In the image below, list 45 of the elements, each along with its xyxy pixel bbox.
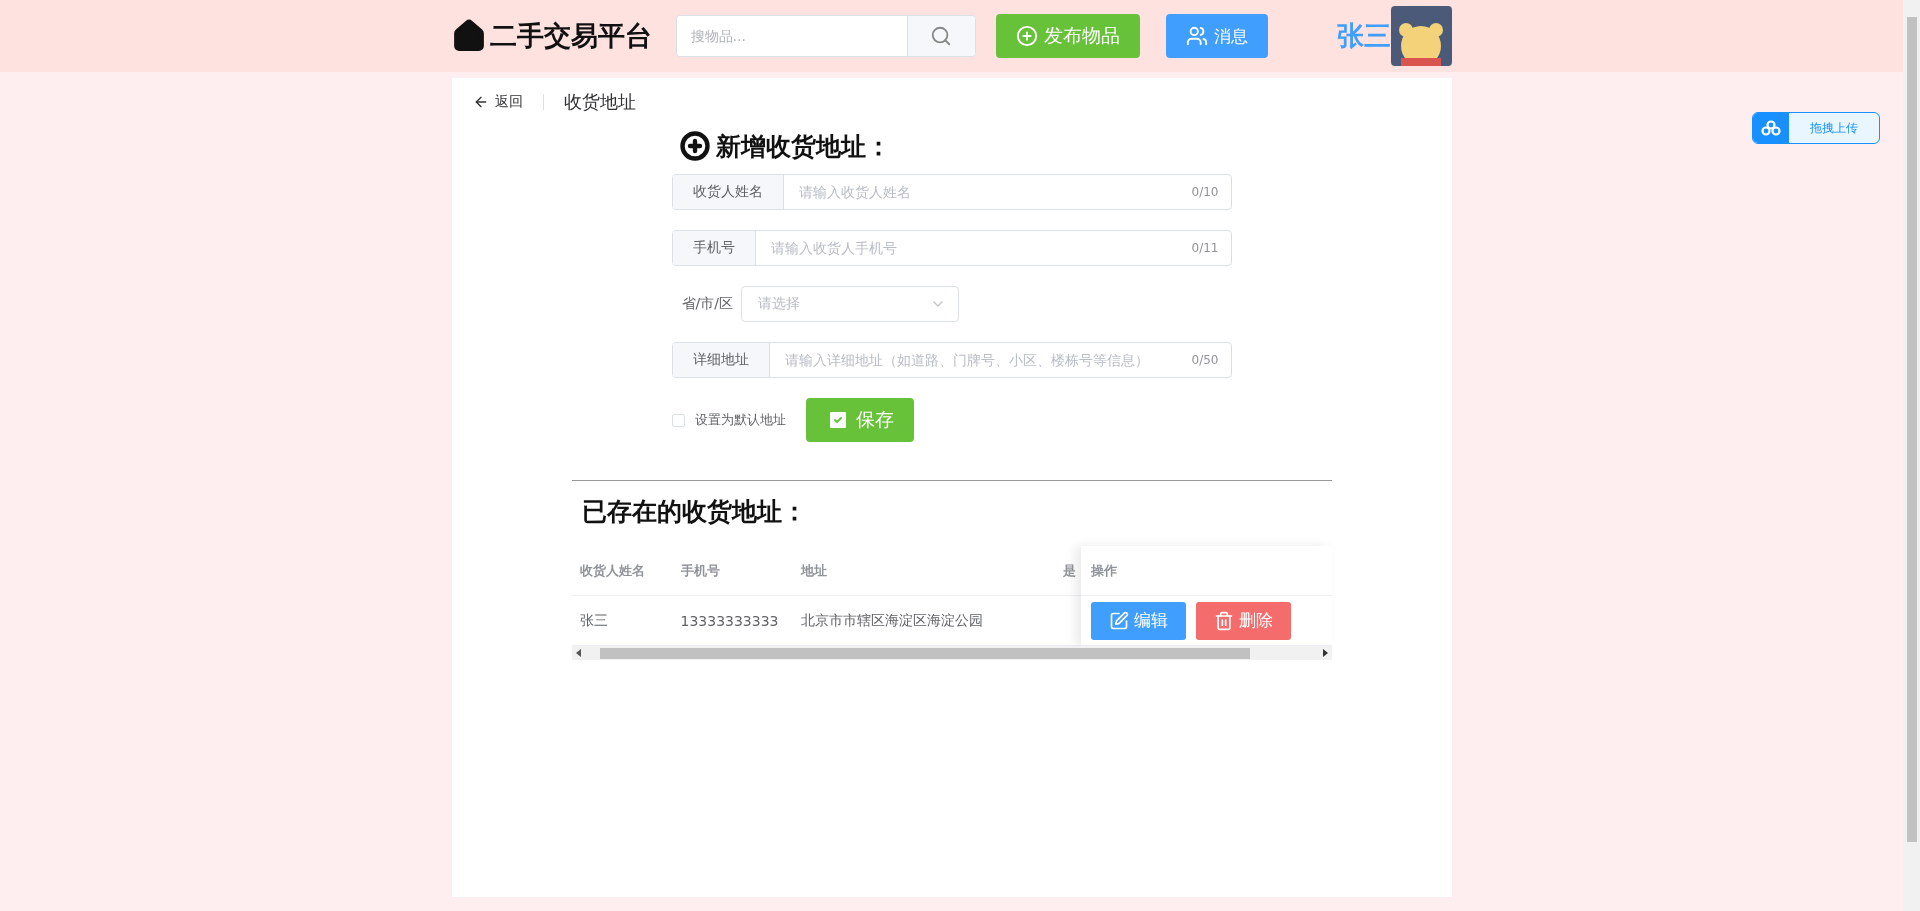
column-header: 地址 [799,561,828,580]
region-select[interactable]: 请选择 [740,286,959,322]
column-header: 是 [1061,561,1077,580]
edit-icon [1108,610,1129,631]
plus-circle-icon [1015,25,1038,47]
table-cell-text: 张三 [578,611,609,630]
field-label: 手机号 [672,231,756,265]
search-icon [930,25,952,47]
column-header: 手机号 [679,561,721,580]
search-box[interactable]: 搜物品... [675,15,976,57]
field-label: 省/市/区 [681,295,733,313]
input-group[interactable]: 详细地址 请输入详细地址（如道路、门牌号、小区、楼栋号等信息） 0/50 [671,342,1232,378]
default-checkbox[interactable]: 设置为默认地址 [671,411,786,429]
char-count: 0/50 [1191,352,1220,369]
user-name: 张三 [1336,19,1391,53]
scroll-right-icon[interactable] [1321,649,1328,657]
search-button[interactable] [906,16,975,56]
horizontal-scrollbar[interactable] [571,646,1332,660]
table-cell-text: 13333333333 [679,612,780,629]
edit-button[interactable]: 编辑 [1090,601,1186,640]
char-count: 0/10 [1191,184,1220,201]
delete-button[interactable]: 删除 [1195,601,1291,640]
upload-button[interactable]: 拖拽上传 [1752,112,1880,144]
input-group[interactable]: 收货人姓名 请输入收货人姓名 0/10 [671,174,1232,210]
save-button[interactable]: 保存 [805,398,914,442]
message-button[interactable]: 消息 [1165,14,1268,58]
char-count: 0/11 [1191,240,1220,257]
input-group[interactable]: 手机号 请输入收货人手机号 0/11 [671,230,1232,266]
column-header: 操作 [1089,561,1118,580]
back-link[interactable]: 返回 [472,93,523,111]
vertical-scrollbar[interactable] [1903,0,1920,911]
avatar[interactable] [1390,6,1452,66]
section-title: 已存在的收货地址： [580,496,808,528]
trash-icon [1213,610,1234,631]
scroll-left-icon[interactable] [575,649,582,657]
field-label: 收货人姓名 [672,175,784,209]
field-label: 详细地址 [672,343,770,377]
publish-button[interactable]: 发布物品 [995,14,1140,58]
form-title: 新增收货地址： [715,130,891,163]
column-header: 收货人姓名 [578,561,646,580]
plus-circle-icon [679,131,710,161]
site-logo[interactable]: 二手交易平台 [451,18,652,54]
table-cell-text: 北京市市辖区海淀区海淀公园 [799,611,984,630]
users-icon [1185,25,1208,47]
page-title: 收货地址 [563,90,636,114]
